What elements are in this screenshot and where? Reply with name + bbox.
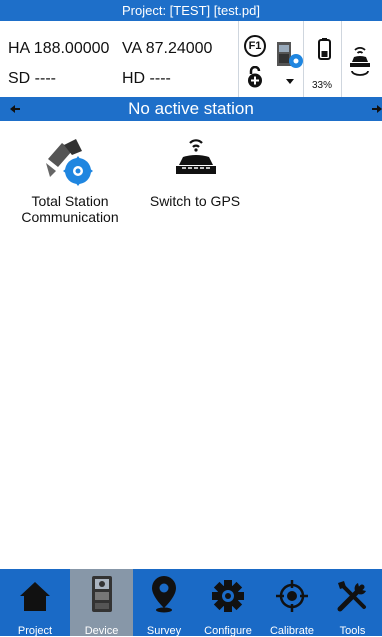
gps-receiver-icon[interactable] — [348, 46, 372, 76]
battery-icon — [318, 38, 331, 60]
hd-readout: HD ---- — [122, 70, 171, 87]
f1-button[interactable]: F1 — [244, 35, 266, 57]
status-divider — [341, 21, 342, 97]
nav-device-label: Device — [84, 625, 119, 637]
total-station-settings-icon — [46, 139, 93, 186]
va-readout: VA 87.24000 — [122, 40, 213, 57]
nav-configure[interactable]: Configure — [195, 569, 261, 637]
project-title-bar: Project: [TEST] [test.pd] — [0, 0, 382, 21]
unlock-icon[interactable] — [246, 66, 264, 88]
station-status-bar: No active station — [0, 97, 382, 121]
gps-receiver-icon — [176, 139, 216, 174]
nav-project[interactable]: Project — [0, 569, 70, 637]
crosshair-icon — [276, 580, 308, 612]
instrument-settings-icon[interactable] — [275, 40, 303, 72]
nav-project-label: Project — [17, 625, 53, 637]
house-icon — [20, 582, 50, 611]
battery-percent: 33% — [312, 80, 333, 91]
arrow-left-icon[interactable] — [10, 105, 20, 113]
chevron-down-icon[interactable] — [286, 79, 294, 84]
nav-survey[interactable]: Survey — [133, 569, 195, 637]
status-divider — [303, 21, 304, 97]
ha-readout: HA 188.00000 — [8, 40, 110, 57]
sd-readout: SD ---- — [8, 70, 56, 87]
nav-calibrate[interactable]: Calibrate — [261, 569, 323, 637]
switch-to-gps-label: Switch to GPS — [149, 193, 241, 209]
nav-configure-label: Configure — [204, 625, 252, 637]
nav-survey-label: Survey — [146, 625, 182, 637]
bottom-navigation: Project Device Survey Configure Calibrat… — [0, 569, 382, 637]
nav-tools[interactable]: Tools — [323, 569, 382, 637]
nav-tools-label: Tools — [339, 625, 366, 637]
map-pin-icon — [152, 576, 176, 613]
gear-icon — [212, 580, 244, 612]
nav-calibrate-label: Calibrate — [269, 625, 315, 637]
arrow-right-icon[interactable] — [372, 105, 382, 113]
total-station-label-line1: Total Station — [31, 193, 109, 209]
nav-device[interactable]: Device — [70, 569, 133, 637]
status-divider — [238, 21, 239, 97]
tools-icon — [337, 581, 366, 612]
total-station-label-line2: Communication — [21, 209, 119, 225]
device-icon — [91, 576, 112, 612]
